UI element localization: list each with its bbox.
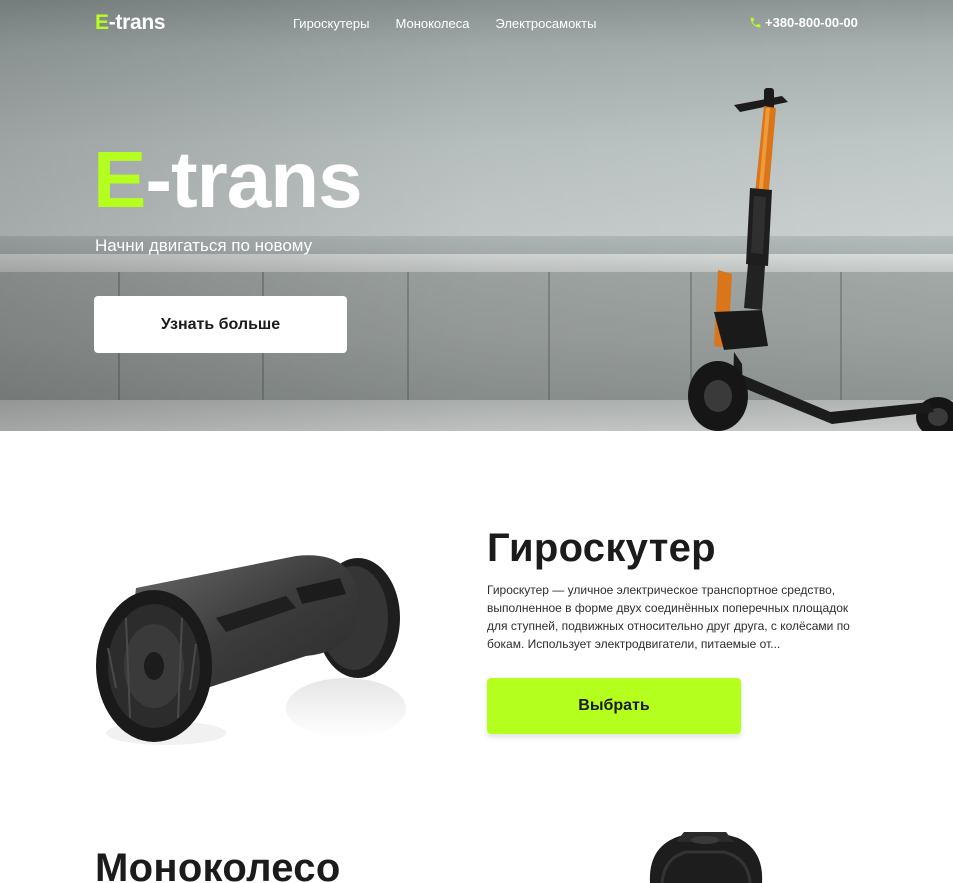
monowheel-image[interactable] bbox=[640, 828, 770, 883]
site-logo[interactable]: E-trans bbox=[95, 11, 166, 35]
hero-tagline: Начни двигаться по новому bbox=[95, 236, 313, 255]
nav-links: Гироскутеры Моноколеса Электросамокты bbox=[293, 16, 596, 31]
phone-icon bbox=[750, 17, 761, 28]
phone-link[interactable]: +380-800-00-00 bbox=[749, 15, 858, 30]
nav-link-gyroscooters[interactable]: Гироскутеры bbox=[293, 16, 369, 31]
top-nav: E-trans Гироскутеры Моноколеса Электроса… bbox=[0, 0, 953, 48]
electric-scooter-image bbox=[688, 88, 953, 431]
learn-more-button[interactable]: Узнать больше bbox=[94, 296, 347, 353]
phone-number: +380-800-00-00 bbox=[765, 15, 858, 30]
monowheel-title: Моноколесо bbox=[95, 846, 341, 883]
choose-button[interactable]: Выбрать bbox=[487, 678, 741, 734]
hero-title: E-trans bbox=[93, 135, 363, 224]
nav-link-electric-scooters[interactable]: Электросамокты bbox=[495, 16, 596, 31]
hero-section: E-trans Гироскутеры Моноколеса Электроса… bbox=[0, 0, 953, 431]
nav-link-monowheels[interactable]: Моноколеса bbox=[395, 16, 469, 31]
gyroscooter-image[interactable] bbox=[96, 548, 408, 746]
gyroscooter-description: Гироскутер — уличное электрическое транс… bbox=[487, 583, 850, 651]
gyroscooter-title: Гироскутер bbox=[487, 526, 716, 570]
